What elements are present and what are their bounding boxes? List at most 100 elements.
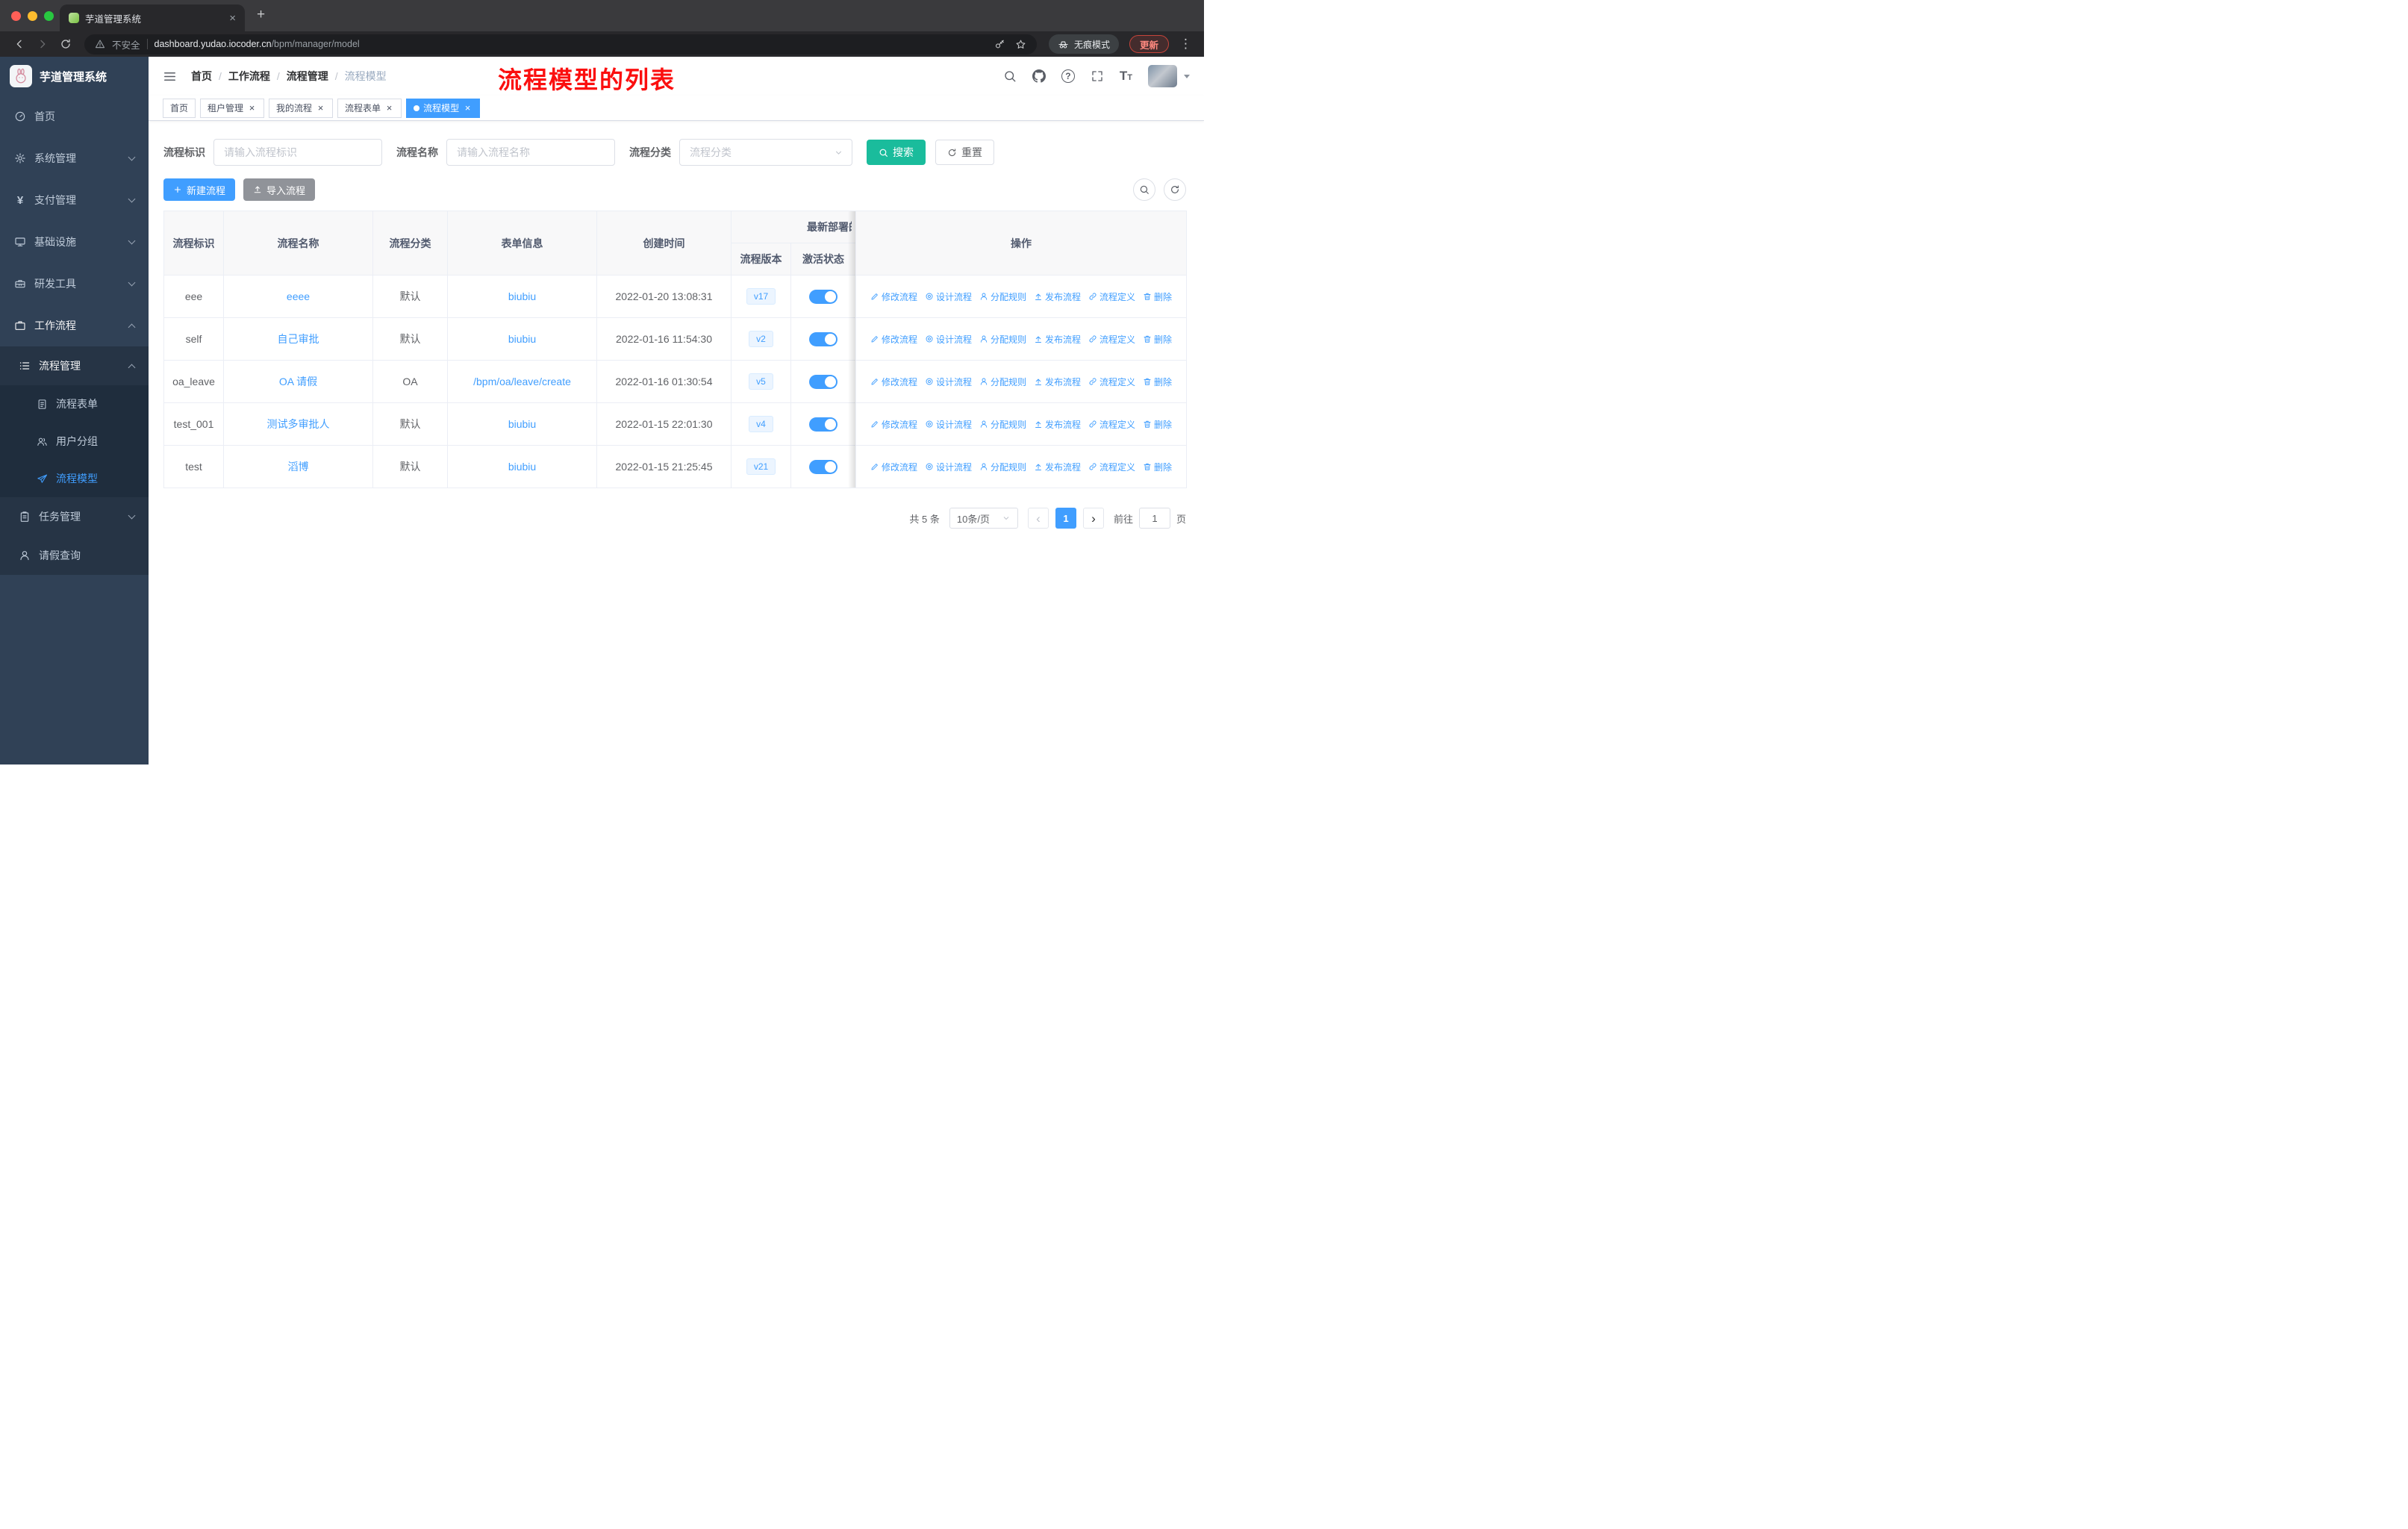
reset-button[interactable]: 重置 [935,140,994,165]
process-name-link[interactable]: 测试多审批人 [267,418,330,430]
sidebar-item-infra[interactable]: 基础设施 [0,221,149,263]
help-icon[interactable]: ? [1061,69,1075,83]
action-assign-rule-link[interactable]: 分配规则 [979,333,1026,346]
action-assign-rule-link[interactable]: 分配规则 [979,418,1026,431]
browser-tab[interactable]: 芋道管理系统 × [60,4,245,31]
font-size-icon[interactable]: TT [1120,69,1132,84]
action-modify-link[interactable]: 修改流程 [870,461,917,473]
action-design-link[interactable]: 设计流程 [925,418,972,431]
action-definition-link[interactable]: 流程定义 [1088,418,1135,431]
tag-process-form[interactable]: 流程表单 × [337,98,402,118]
tag-my-process[interactable]: 我的流程 × [269,98,334,118]
tag-close-icon[interactable]: × [463,103,472,113]
tag-close-icon[interactable]: × [316,103,325,113]
action-delete-link[interactable]: 删除 [1143,461,1172,473]
import-process-button[interactable]: 导入流程 [243,178,316,201]
tag-home[interactable]: 首页 [163,98,196,118]
tag-tenant[interactable]: 租户管理 × [200,98,265,118]
refresh-table-button[interactable] [1164,178,1186,201]
action-design-link[interactable]: 设计流程 [925,290,972,303]
action-publish-link[interactable]: 发布流程 [1034,461,1081,473]
active-switch[interactable] [809,417,838,432]
window-close-button[interactable] [11,10,21,21]
action-definition-link[interactable]: 流程定义 [1088,333,1135,346]
action-modify-link[interactable]: 修改流程 [870,333,917,346]
action-design-link[interactable]: 设计流程 [925,376,972,388]
action-assign-rule-link[interactable]: 分配规则 [979,376,1026,388]
toggle-search-button[interactable] [1133,178,1155,201]
breadcrumb-item[interactable]: 流程管理 [287,69,328,84]
tag-close-icon[interactable]: × [384,103,394,113]
next-page-button[interactable]: › [1082,508,1104,529]
incognito-profile-chip[interactable]: 无痕模式 [1048,34,1119,54]
sidebar-item-system[interactable]: 系统管理 [0,137,149,179]
action-modify-link[interactable]: 修改流程 [870,418,917,431]
breadcrumb-item[interactable]: 首页 [191,69,212,84]
action-delete-link[interactable]: 删除 [1143,376,1172,388]
action-design-link[interactable]: 设计流程 [925,461,972,473]
action-design-link[interactable]: 设计流程 [925,333,972,346]
action-delete-link[interactable]: 删除 [1143,333,1172,346]
reload-button[interactable] [55,34,75,55]
page-size-select[interactable]: 10条/页 [949,508,1018,529]
back-button[interactable] [9,34,29,55]
prev-page-button[interactable]: ‹ [1027,508,1049,529]
sidebar-item-devtools[interactable]: 研发工具 [0,263,149,305]
url-bar[interactable]: 不安全 dashboard.yudao.iocoder.cn/bpm/manag… [84,34,1037,55]
sidebar-toggle-button[interactable] [163,69,177,84]
search-icon[interactable] [1003,69,1017,83]
sidebar-item-payment[interactable]: ¥ 支付管理 [0,179,149,221]
process-name-link[interactable]: OA 请假 [279,376,317,387]
form-link[interactable]: biubiu [508,418,536,430]
process-name-link[interactable]: 滔博 [288,461,309,473]
active-switch[interactable] [809,459,838,474]
security-label[interactable]: 不安全 [112,37,140,52]
action-definition-link[interactable]: 流程定义 [1088,461,1135,473]
search-button[interactable]: 搜索 [867,140,926,165]
sidebar-item-user-group[interactable]: 用户分组 [0,423,149,460]
sidebar-item-process-form[interactable]: 流程表单 [0,385,149,423]
window-zoom-button[interactable] [44,10,54,21]
form-link[interactable]: /bpm/oa/leave/create [473,376,571,387]
process-key-input[interactable] [213,139,382,166]
bookmark-star-icon[interactable] [1015,39,1026,50]
form-link[interactable]: biubiu [508,333,536,345]
action-publish-link[interactable]: 发布流程 [1034,418,1081,431]
browser-update-button[interactable]: 更新 [1129,35,1169,53]
action-delete-link[interactable]: 删除 [1143,290,1172,303]
action-delete-link[interactable]: 删除 [1143,418,1172,431]
forward-button[interactable] [32,34,52,55]
browser-menu-icon[interactable]: ⋮ [1172,37,1195,52]
process-name-link[interactable]: eeee [287,290,310,302]
action-assign-rule-link[interactable]: 分配规则 [979,290,1026,303]
current-page-button[interactable]: 1 [1055,508,1076,529]
sidebar-item-leave-query[interactable]: 请假查询 [0,536,149,575]
form-link[interactable]: biubiu [508,290,536,302]
action-publish-link[interactable]: 发布流程 [1034,290,1081,303]
create-process-button[interactable]: 新建流程 [163,178,236,201]
process-name-input[interactable] [446,139,615,166]
action-definition-link[interactable]: 流程定义 [1088,290,1135,303]
window-minimize-button[interactable] [28,10,37,21]
active-switch[interactable] [809,289,838,304]
avatar[interactable] [1148,65,1177,87]
goto-page-input[interactable] [1138,508,1170,529]
sidebar-item-workflow[interactable]: 工作流程 [0,305,149,346]
tag-process-model[interactable]: 流程模型 × [406,98,481,118]
breadcrumb-item[interactable]: 工作流程 [228,69,270,84]
sidebar-item-home[interactable]: 首页 [0,96,149,137]
sidebar-item-task-management[interactable]: 任务管理 [0,497,149,536]
action-publish-link[interactable]: 发布流程 [1034,376,1081,388]
new-tab-button[interactable]: + [257,7,265,22]
sidebar-item-process-management[interactable]: 流程管理 [0,346,149,385]
process-name-link[interactable]: 自己审批 [278,333,319,345]
sidebar-item-process-model[interactable]: 流程模型 [0,460,149,497]
category-select[interactable]: 流程分类 [679,139,852,166]
form-link[interactable]: biubiu [508,461,536,473]
tag-close-icon[interactable]: × [247,103,257,113]
active-switch[interactable] [809,331,838,346]
password-key-icon[interactable] [994,39,1005,50]
action-assign-rule-link[interactable]: 分配规则 [979,461,1026,473]
action-modify-link[interactable]: 修改流程 [870,376,917,388]
action-definition-link[interactable]: 流程定义 [1088,376,1135,388]
